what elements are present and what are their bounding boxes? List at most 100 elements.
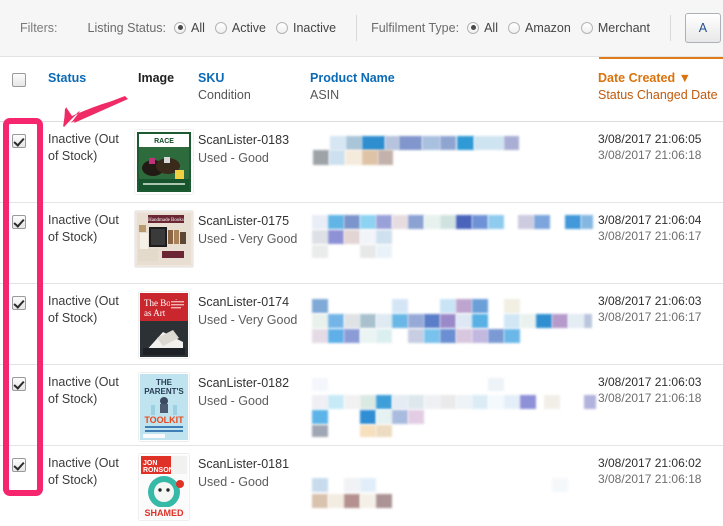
table-row[interactable]: Inactive (Out of Stock) RACE ScanLister-… <box>0 122 723 203</box>
row-product-name-redacted <box>310 456 590 518</box>
row-thumbnail: RACE <box>133 130 195 196</box>
row-date-created: 3/08/2017 21:06:05 <box>598 132 702 146</box>
filters-bar: Filters: Listing Status: All Active Inac… <box>0 0 723 57</box>
row-sku: ScanLister-0181 <box>198 457 290 471</box>
svg-text:PARENT'S: PARENT'S <box>144 387 184 396</box>
radio-icon[interactable] <box>507 21 520 34</box>
radio-label: Inactive <box>292 20 337 35</box>
table-row[interactable]: Inactive (Out of Stock) JON RONSON SHAME… <box>0 446 723 526</box>
radio-fulfilment-merchant[interactable]: Merchant <box>580 20 650 35</box>
column-header-date-created-label: Date Created ▼ <box>598 70 718 87</box>
column-header-status-changed-label: Status Changed Date <box>598 88 718 102</box>
row-select-cell[interactable] <box>12 458 26 477</box>
column-header-product-name-label: Product Name <box>310 71 395 85</box>
row-date-cell: 3/08/2017 21:06:05 3/08/2017 21:06:18 <box>598 131 701 163</box>
row-product-name-redacted <box>310 375 596 437</box>
radio-listing-status-active[interactable]: Active <box>214 21 266 35</box>
row-checkbox[interactable] <box>12 458 26 472</box>
row-thumbnail: Handmade Books <box>133 211 195 277</box>
row-checkbox[interactable] <box>12 215 26 229</box>
row-status-changed-date: 3/08/2017 21:06:17 <box>598 310 702 324</box>
row-sku-cell: ScanLister-0175 Used - Very Good <box>198 212 297 248</box>
select-all-checkbox[interactable] <box>12 73 26 87</box>
svg-text:TOOLKIT: TOOLKIT <box>144 415 184 425</box>
row-checkbox[interactable] <box>12 134 26 148</box>
radio-icon[interactable] <box>580 21 593 34</box>
column-header-asin-label: ASIN <box>310 88 340 102</box>
row-status: Inactive (Out of Stock) <box>48 294 119 325</box>
select-all-cell[interactable] <box>12 73 26 90</box>
row-date-cell: 3/08/2017 21:06:03 3/08/2017 21:06:18 <box>598 374 701 406</box>
row-select-cell[interactable] <box>12 377 26 396</box>
svg-text:RACE: RACE <box>154 138 174 145</box>
column-header-product-name[interactable]: Product Name ASIN <box>310 70 395 104</box>
row-select-cell[interactable] <box>12 296 26 315</box>
row-sku-cell: ScanLister-0174 Used - Very Good <box>198 293 297 329</box>
product-image-so-youve-been-publicly-shamed: JON RONSON SHAMED <box>139 454 189 520</box>
filter-divider <box>356 14 358 41</box>
row-sku: ScanLister-0175 <box>198 214 290 228</box>
radio-label: Merchant <box>597 20 650 35</box>
row-sku-cell: ScanLister-0182 Used - Good <box>198 374 289 410</box>
row-status: Inactive (Out of Stock) <box>48 213 119 244</box>
row-select-cell[interactable] <box>12 215 26 234</box>
filter-divider-2 <box>669 14 671 41</box>
row-condition: Used - Good <box>198 394 269 408</box>
row-checkbox[interactable] <box>12 296 26 310</box>
row-date-cell: 3/08/2017 21:06:03 3/08/2017 21:06:17 <box>598 293 701 325</box>
table-header-row: Status Image SKU Condition Product Name … <box>0 57 723 122</box>
radio-listing-status-all[interactable]: All <box>174 21 205 35</box>
row-date-created: 3/08/2017 21:06:03 <box>598 294 702 308</box>
row-condition: Used - Good <box>198 151 269 165</box>
row-date-created: 3/08/2017 21:06:04 <box>598 213 702 227</box>
row-status-changed-date: 3/08/2017 21:06:18 <box>598 391 702 405</box>
product-image-the-book-as-art: The Book as Art <box>139 292 189 358</box>
row-condition: Used - Very Good <box>198 232 298 246</box>
radio-fulfilment-all[interactable]: All <box>467 21 498 35</box>
edge-toolbar-button[interactable]: A <box>684 12 721 43</box>
row-thumbnail: THE PARENT'S TOOLKIT <box>133 373 195 441</box>
radio-icon[interactable] <box>174 21 187 34</box>
row-sku: ScanLister-0174 <box>198 295 290 309</box>
column-header-date-created[interactable]: Date Created ▼ Status Changed Date <box>598 70 718 104</box>
row-date-created: 3/08/2017 21:06:03 <box>598 375 702 389</box>
svg-text:THE: THE <box>156 378 173 387</box>
row-status: Inactive (Out of Stock) <box>48 375 119 406</box>
row-sku-cell: ScanLister-0181 Used - Good <box>198 455 289 491</box>
radio-label: Amazon <box>524 20 571 35</box>
row-date-cell: 3/08/2017 21:06:04 3/08/2017 21:06:17 <box>598 212 701 244</box>
radio-icon[interactable] <box>214 21 227 34</box>
radio-icon[interactable] <box>275 21 288 34</box>
row-status: Inactive (Out of Stock) <box>48 132 119 163</box>
row-status-changed-date: 3/08/2017 21:06:18 <box>598 472 702 486</box>
row-status-changed-date: 3/08/2017 21:06:18 <box>598 148 702 162</box>
product-image-race-night: RACE <box>135 130 193 194</box>
column-header-sku[interactable]: SKU Condition <box>198 70 251 104</box>
row-thumbnail: The Book as Art <box>133 292 195 358</box>
listings-table: Status Image SKU Condition Product Name … <box>0 57 723 526</box>
row-condition: Used - Very Good <box>198 313 298 327</box>
row-product-name-redacted <box>310 132 590 194</box>
date-created-text: Date Created <box>598 71 676 85</box>
column-header-sku-label: SKU <box>198 71 225 85</box>
radio-fulfilment-amazon[interactable]: Amazon <box>507 20 571 35</box>
listing-status-label: Listing Status: <box>87 20 167 35</box>
radio-icon[interactable] <box>467 21 480 34</box>
svg-text:SHAMED: SHAMED <box>144 508 184 518</box>
table-row[interactable]: Inactive (Out of Stock) Handmade Books S… <box>0 203 723 284</box>
column-header-image: Image <box>138 70 174 87</box>
table-row[interactable]: Inactive (Out of Stock) The Book as Art <box>0 284 723 365</box>
amazon-inventory-listings-screen: Filters: Listing Status: All Active Inac… <box>0 0 723 526</box>
svg-text:JON: JON <box>143 460 157 467</box>
table-row[interactable]: Inactive (Out of Stock) THE PARENT'S TOO… <box>0 365 723 446</box>
radio-label: All <box>484 20 498 35</box>
radio-listing-status-inactive[interactable]: Inactive <box>275 20 337 35</box>
row-checkbox[interactable] <box>12 377 26 391</box>
column-header-status[interactable]: Status <box>48 70 86 87</box>
row-date-created: 3/08/2017 21:06:02 <box>598 456 702 470</box>
column-header-condition-label: Condition <box>198 88 251 102</box>
row-thumbnail: JON RONSON SHAMED <box>133 454 195 520</box>
sort-descending-icon[interactable]: ▼ <box>679 71 691 85</box>
sorted-column-rule <box>599 57 723 59</box>
row-select-cell[interactable] <box>12 134 26 153</box>
